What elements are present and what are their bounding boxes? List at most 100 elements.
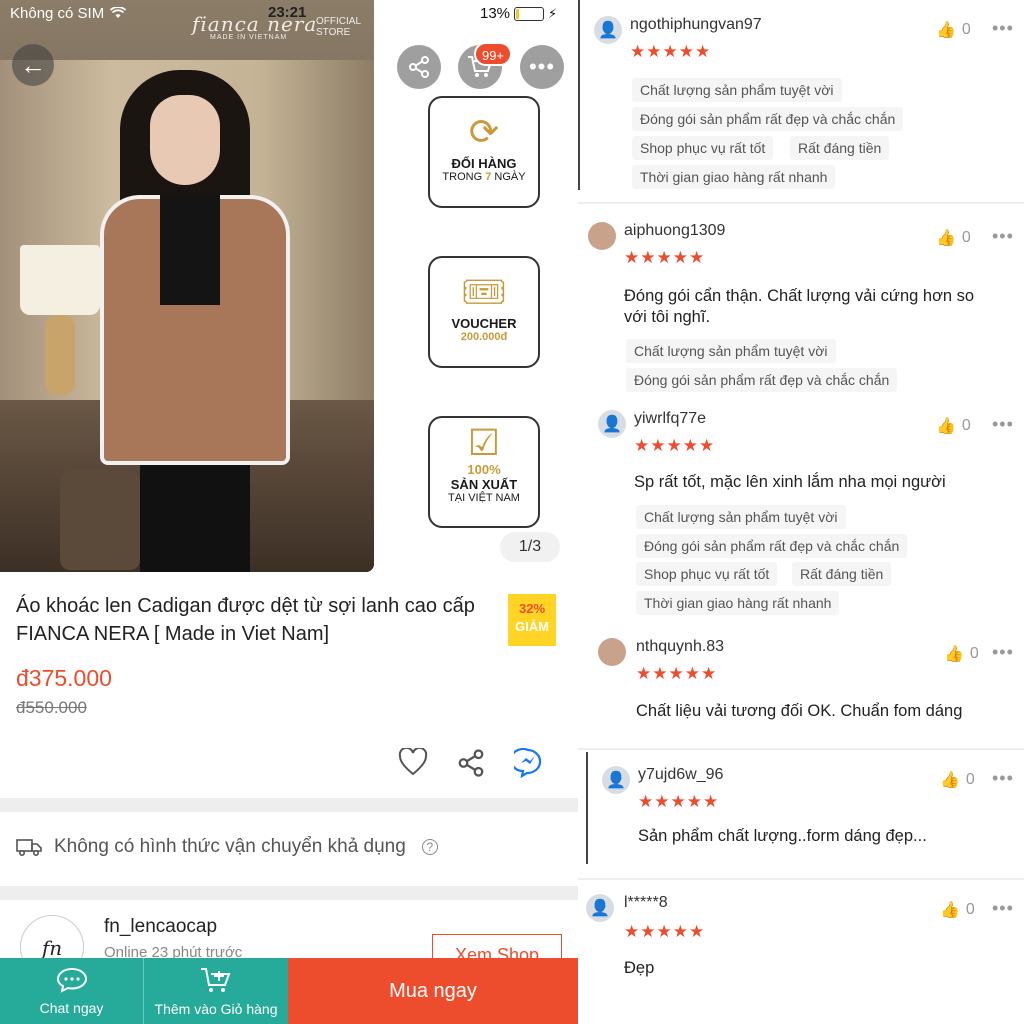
- star-rating: ★★★★★: [624, 922, 706, 941]
- bottom-action-bar: Chat ngay Thêm vào Giỏ hàng Mua ngay: [0, 958, 578, 1024]
- like-button[interactable]: 👍 0: [936, 416, 971, 436]
- review-tag: Thời gian giao hàng rất nhanh: [636, 591, 840, 615]
- review-tag: Shop phục vụ rất tốt: [636, 562, 778, 586]
- review-username: l*****8: [624, 894, 668, 911]
- photo-lamp-base: [45, 315, 75, 395]
- review-username: y7ujd6w_96: [638, 766, 724, 783]
- review-more-button[interactable]: •••: [992, 642, 1014, 663]
- add-to-cart-label: Thêm vào Giỏ hàng: [154, 1000, 278, 1017]
- chat-now-label: Chat ngay: [39, 999, 104, 1016]
- star-rating: ★★★★★: [630, 42, 712, 61]
- review-tag: Đóng gói sản phẩm rất đẹp và chắc chắn: [626, 368, 898, 392]
- thumbs-up-icon: 👍: [944, 646, 964, 663]
- shipping-info[interactable]: Không có hình thức vận chuyển khả dụng ?: [16, 836, 438, 858]
- review-tag: Đóng gói sản phẩm rất đẹp và chắc chắn: [636, 534, 908, 558]
- review-more-button[interactable]: •••: [992, 18, 1014, 39]
- star-rating: ★★★★★: [638, 792, 720, 811]
- truck-icon: [16, 839, 42, 857]
- ellipsis-icon: •••: [528, 54, 556, 79]
- messenger-share-button[interactable]: [509, 747, 546, 785]
- product-image[interactable]: fianca nera MADE IN VIETNAM OFFICIAL STO…: [0, 0, 374, 572]
- star-rating: ★★★★★: [634, 436, 716, 455]
- review-more-button[interactable]: •••: [992, 226, 1014, 247]
- review-tag: Shop phục vụ rất tốt: [632, 136, 774, 160]
- messenger-icon: [509, 747, 542, 779]
- review-tag: Chất lượng sản phẩm tuyệt vời: [632, 78, 842, 102]
- promo-voucher-amount: 200.000đ: [460, 331, 508, 343]
- review-more-button[interactable]: •••: [992, 768, 1014, 789]
- carrier-status: Không có SIM: [10, 5, 127, 22]
- review-tag: Chất lượng sản phẩm tuyệt vời: [626, 339, 836, 363]
- review-username: ngothiphungvan97: [630, 16, 762, 33]
- battery-fill: [516, 8, 520, 19]
- like-count: 0: [961, 229, 971, 246]
- promo-card-voucher: 🎟 VOUCHER 200.000đ: [428, 256, 540, 368]
- promo-card-exchange: ⟳ ĐỔI HÀNG TRONG 7 NGÀY: [428, 96, 540, 208]
- review-more-button[interactable]: •••: [992, 898, 1014, 919]
- share-icon: [409, 56, 429, 78]
- review-edge-line: [586, 752, 588, 864]
- photo-lamp: [20, 245, 100, 315]
- shop-name[interactable]: fn_lencaocap: [104, 916, 217, 938]
- buy-now-button[interactable]: Mua ngay: [288, 958, 578, 1024]
- promo-made-title: SẢN XUẤT: [450, 477, 518, 492]
- chat-bubble-icon: [56, 967, 88, 1000]
- share-button[interactable]: [397, 45, 441, 89]
- clock: 23:21: [268, 4, 307, 21]
- like-button[interactable]: 👍 0: [936, 20, 971, 40]
- review-tag: Chất lượng sản phẩm tuyệt vời: [636, 505, 846, 529]
- check-badge-icon: ☑: [467, 422, 501, 463]
- add-to-cart-button[interactable]: Thêm vào Giỏ hàng: [144, 958, 288, 1024]
- section-divider: [0, 798, 578, 812]
- user-avatar: [588, 222, 616, 250]
- section-divider: [0, 886, 578, 900]
- favorite-button[interactable]: [398, 746, 428, 783]
- user-avatar: [598, 638, 626, 666]
- voucher-icon: 🎟: [461, 271, 507, 312]
- heart-icon: [398, 746, 428, 776]
- promo-card-made-in-vn: ☑ 100% SẢN XUẤT TẠI VIỆT NAM: [428, 416, 540, 528]
- review-tag: Đóng gói sản phẩm rất đẹp và chắc chắn: [632, 107, 904, 131]
- thumbs-up-icon: 👍: [940, 772, 960, 789]
- photo-model-face: [150, 95, 220, 185]
- thumbs-up-icon: 👍: [940, 902, 960, 919]
- discount-word: GIẢM: [515, 619, 549, 634]
- shipping-text: Không có hình thức vận chuyển khả dụng: [54, 836, 406, 857]
- star-rating: ★★★★★: [636, 664, 718, 683]
- review-separator: [578, 878, 1024, 880]
- like-button[interactable]: 👍 0: [940, 900, 975, 920]
- status-bar: Không có SIM 23:21 13% ⚡: [0, 0, 578, 30]
- arrow-left-icon: ←: [20, 49, 46, 80]
- cart-count-badge: 99+: [474, 42, 512, 66]
- like-count: 0: [965, 901, 975, 918]
- photo-handbag: [60, 470, 140, 570]
- charging-icon: ⚡: [548, 5, 558, 21]
- more-options-button[interactable]: •••: [520, 45, 564, 89]
- review-text: Sản phẩm chất lượng..form dáng đẹp...: [638, 827, 927, 845]
- user-avatar-icon: 👤: [594, 16, 622, 44]
- promo-voucher-title: VOUCHER: [451, 316, 517, 331]
- promo-exchange-title: ĐỔI HÀNG: [451, 156, 517, 171]
- original-price: đ550.000: [16, 698, 87, 717]
- user-avatar-icon: 👤: [586, 894, 614, 922]
- back-button[interactable]: ←: [12, 44, 54, 86]
- review-tag: Rất đáng tiền: [790, 136, 890, 160]
- review-username: nthquynh.83: [636, 638, 725, 655]
- like-button[interactable]: 👍 0: [936, 228, 971, 248]
- star-rating: ★★★★★: [624, 248, 706, 267]
- cart-plus-icon: [200, 966, 232, 1001]
- promo-exchange-sub: TRONG 7 NGÀY: [442, 171, 526, 183]
- review-separator: [578, 202, 1024, 204]
- brand-subtitle: MADE IN VIETNAM: [210, 34, 288, 41]
- like-button[interactable]: 👍 0: [940, 770, 975, 790]
- discount-percent: 32%: [518, 601, 546, 616]
- review-text: Sp rất tốt, mặc lên xinh lắm nha mọi ngư…: [634, 473, 946, 491]
- photo-model-legs: [140, 465, 250, 572]
- product-page: fianca nera MADE IN VIETNAM OFFICIAL STO…: [0, 0, 578, 1024]
- share-product-button[interactable]: [456, 748, 486, 785]
- like-button[interactable]: 👍 0: [944, 644, 979, 664]
- help-icon[interactable]: ?: [421, 839, 438, 855]
- review-more-button[interactable]: •••: [992, 414, 1014, 435]
- chat-now-button[interactable]: Chat ngay: [0, 958, 144, 1024]
- battery-percent: 13%: [480, 5, 511, 22]
